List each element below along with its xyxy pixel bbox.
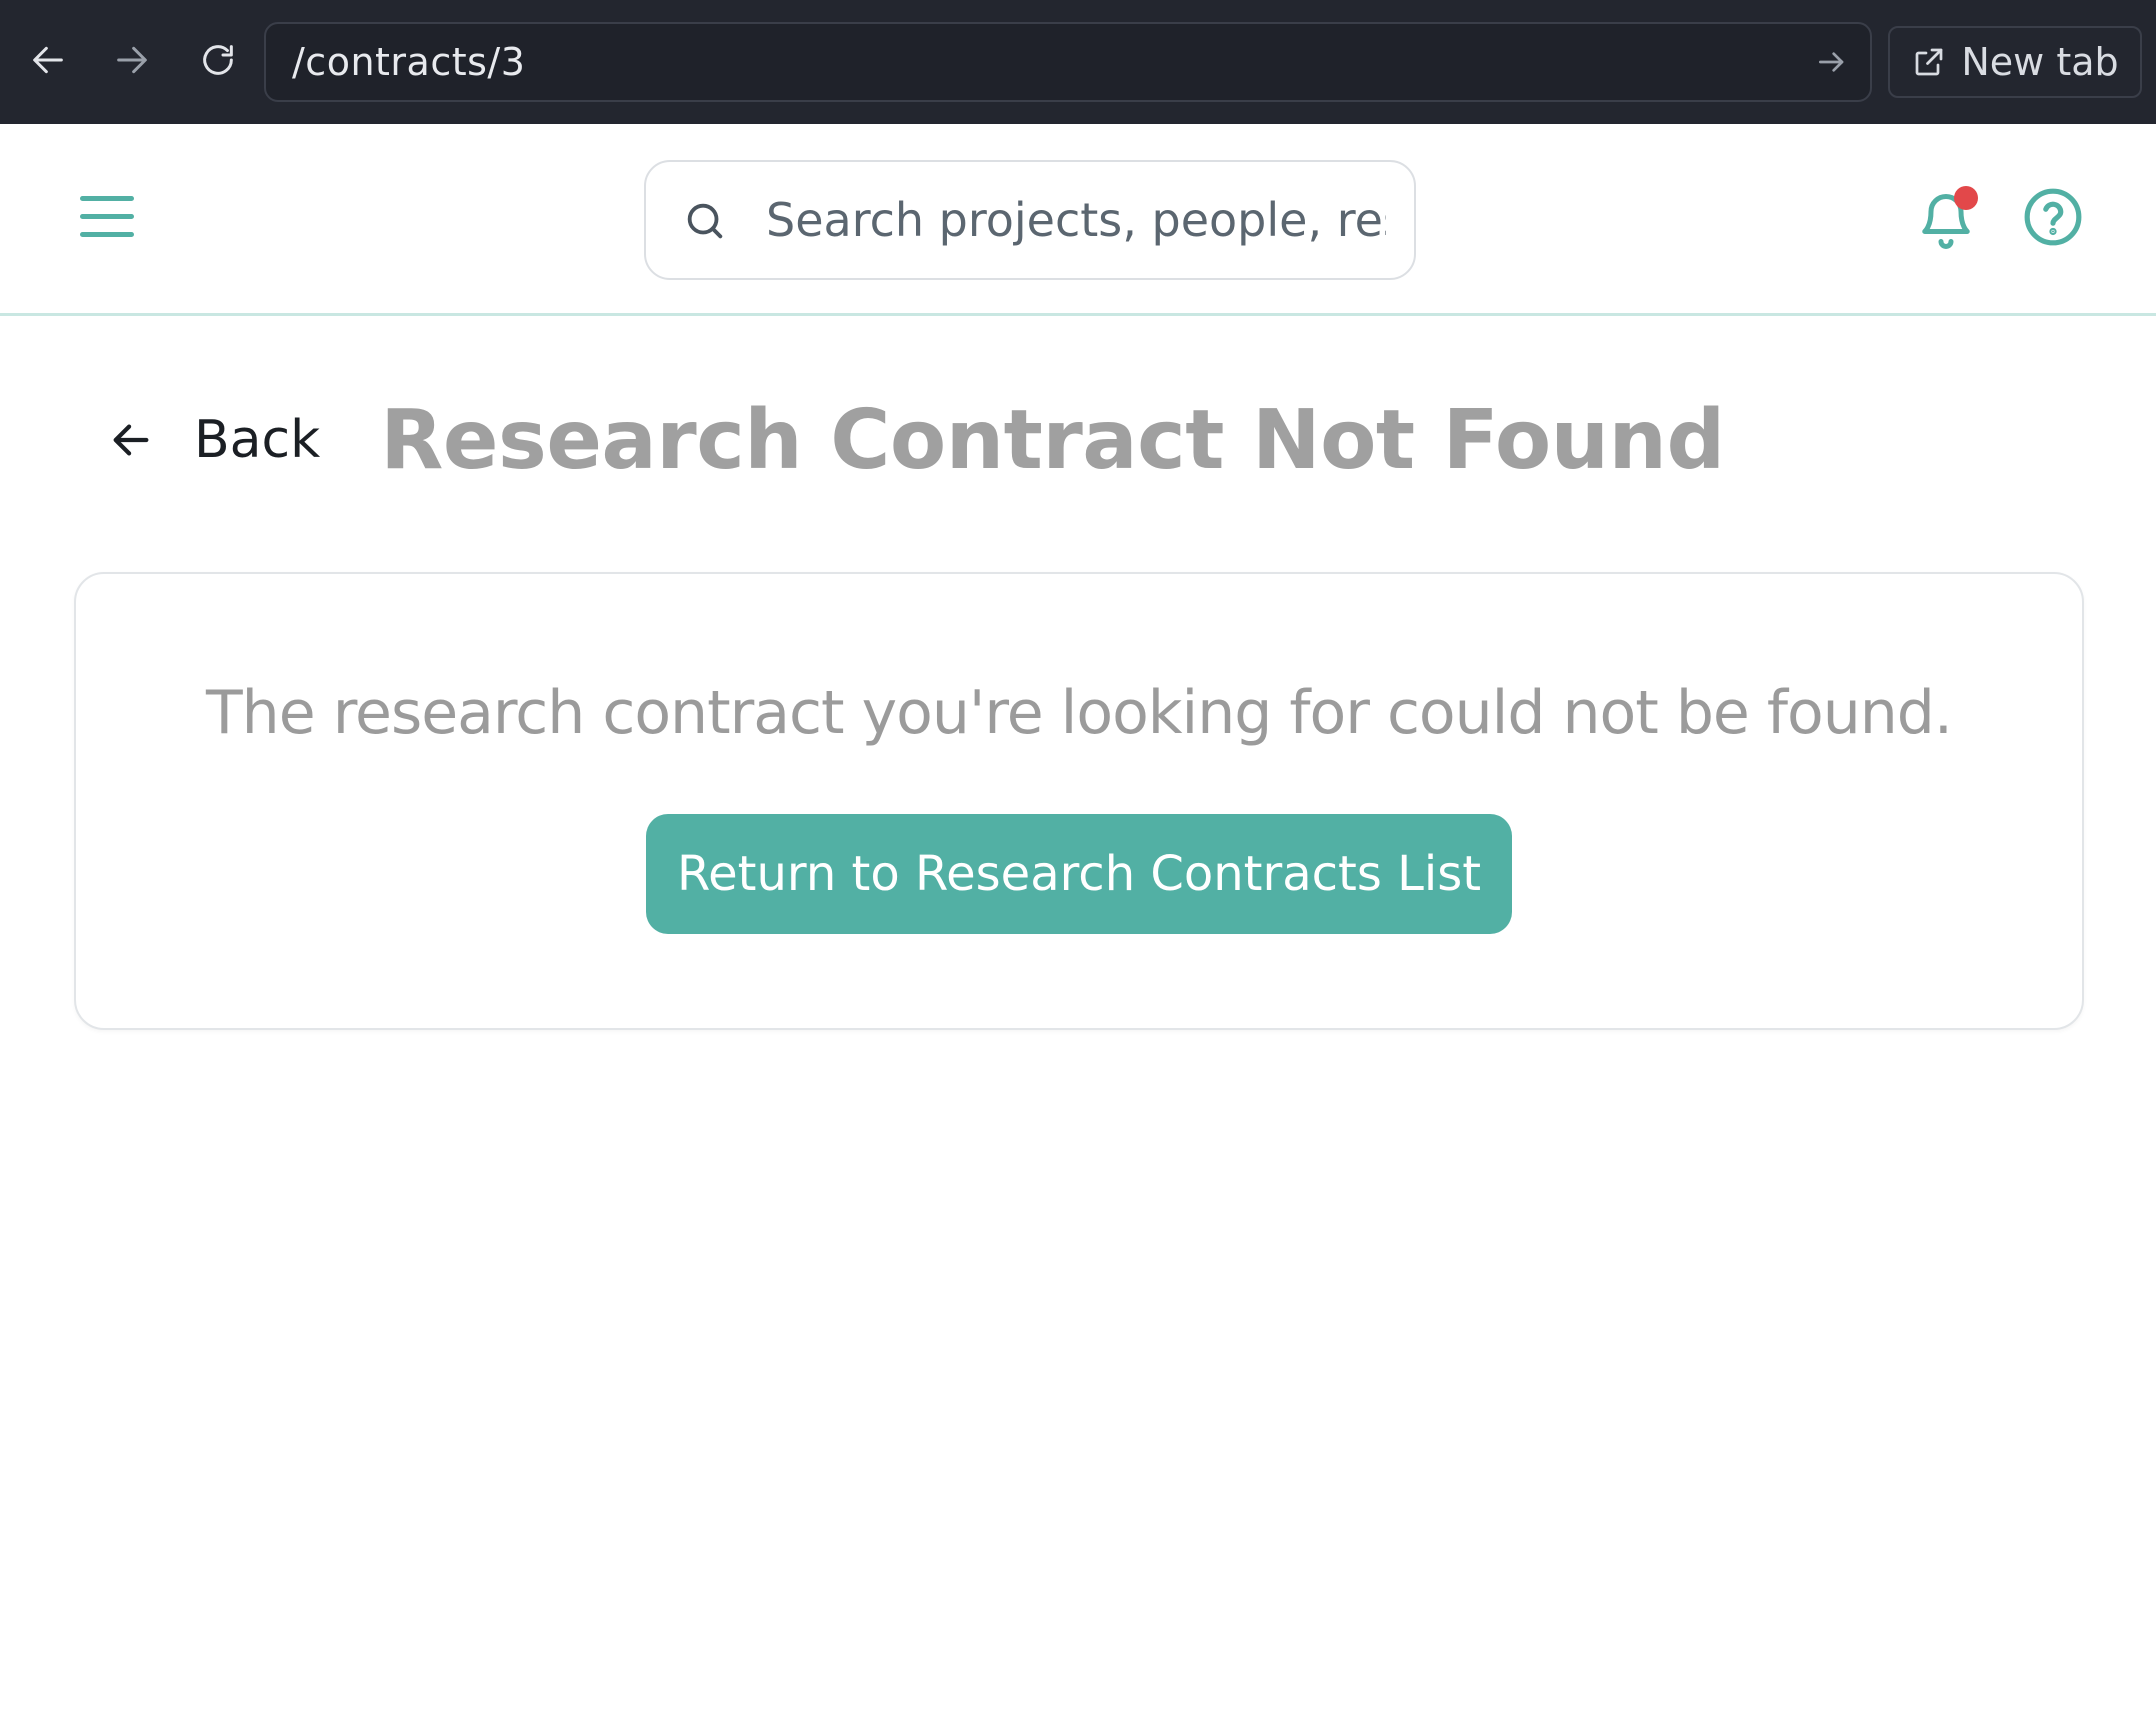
search-box[interactable] — [644, 160, 1416, 280]
new-tab-button[interactable]: New tab — [1888, 26, 2142, 98]
help-button[interactable] — [2022, 186, 2084, 248]
new-tab-label: New tab — [1961, 40, 2119, 84]
external-link-icon — [1916, 48, 1943, 76]
hamburger-menu-icon[interactable] — [72, 188, 142, 248]
notification-badge — [1954, 186, 1978, 210]
search-icon — [687, 203, 723, 239]
url-text: /contracts/3 — [292, 40, 526, 84]
return-to-list-button[interactable]: Return to Research Contracts List — [646, 814, 1512, 934]
arrow-left-icon — [33, 46, 63, 74]
reload-icon — [203, 45, 233, 75]
browser-chrome: /contracts/3 New tab — [0, 0, 2156, 124]
browser-forward-button[interactable] — [100, 28, 164, 92]
back-label: Back — [194, 410, 321, 470]
arrow-left-icon — [113, 424, 149, 456]
app-header — [0, 124, 2156, 316]
arrow-right-icon — [117, 46, 147, 74]
search-input[interactable] — [766, 182, 1386, 258]
browser-reload-button[interactable] — [186, 28, 250, 92]
browser-back-button[interactable] — [16, 28, 80, 92]
back-button[interactable]: Back — [108, 410, 320, 470]
not-found-message: The research contract you're looking for… — [206, 678, 1953, 748]
address-bar[interactable]: /contracts/3 — [264, 22, 1872, 102]
not-found-card: The research contract you're looking for… — [74, 572, 2084, 1030]
notifications-button[interactable] — [1916, 186, 1978, 252]
page-title: Research Contract Not Found — [380, 392, 1725, 488]
help-circle-icon — [2024, 188, 2082, 246]
go-arrow-icon[interactable] — [1812, 42, 1852, 82]
page-title-row: Back Research Contract Not Found — [108, 390, 1725, 490]
